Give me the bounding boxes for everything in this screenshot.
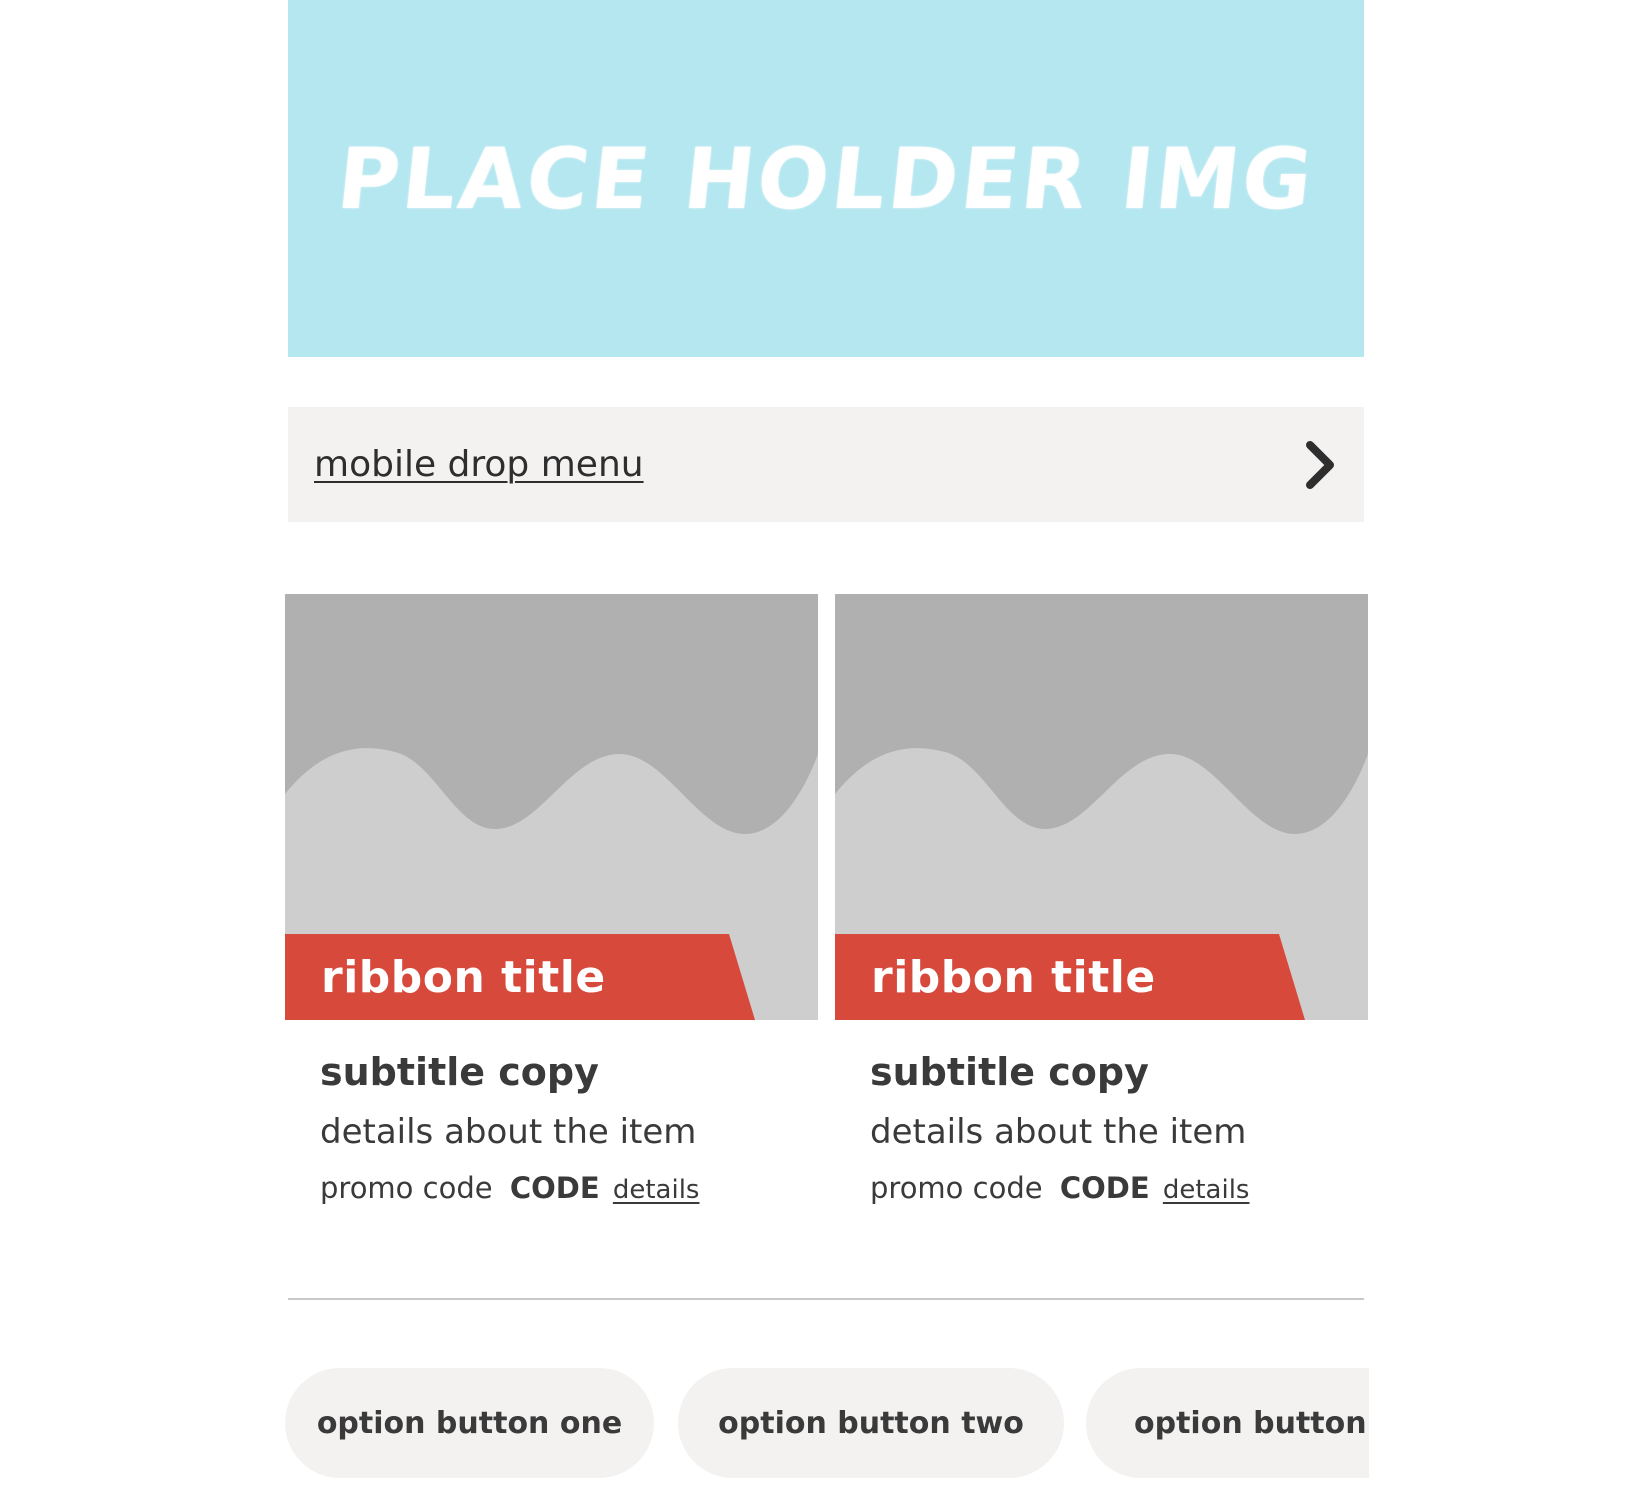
promo-code: CODE: [1059, 1171, 1150, 1205]
card-subtitle: subtitle copy: [320, 1050, 599, 1094]
option-button-three[interactable]: option button three: [1086, 1368, 1369, 1478]
promo-label: promo code: [870, 1171, 1043, 1205]
chevron-right-icon[interactable]: [1304, 440, 1338, 489]
card-promo-line: promo code CODE details: [870, 1163, 1360, 1215]
promo-label: promo code: [320, 1171, 493, 1205]
card-promo-line: promo code CODE details: [320, 1163, 810, 1215]
option-buttons-scroller[interactable]: option button one option button two opti…: [285, 1368, 1369, 1480]
card-details: details about the item: [320, 1112, 697, 1152]
card-image-placeholder: ribbon title: [285, 594, 818, 1020]
mobile-drop-menu-label[interactable]: mobile drop menu: [314, 444, 644, 485]
promo-details-link[interactable]: details: [1163, 1175, 1250, 1205]
ribbon-title: ribbon title: [321, 951, 606, 1003]
option-button-two[interactable]: option button two: [678, 1368, 1064, 1478]
card-body: subtitle copy details about the item pro…: [870, 1047, 1360, 1215]
hero-placeholder-text: PLACE HOLDER IMG: [332, 129, 1320, 228]
promo-card: ribbon title subtitle copy details about…: [835, 594, 1368, 1205]
card-body: subtitle copy details about the item pro…: [320, 1047, 810, 1215]
card-image-placeholder: ribbon title: [835, 594, 1368, 1020]
ribbon-banner: ribbon title: [285, 934, 755, 1020]
promo-details-link[interactable]: details: [613, 1175, 700, 1205]
ribbon-banner: ribbon title: [835, 934, 1305, 1020]
hero-placeholder-image: PLACE HOLDER IMG: [288, 0, 1364, 357]
section-divider: [288, 1298, 1364, 1300]
card-subtitle: subtitle copy: [870, 1050, 1149, 1094]
option-button-one[interactable]: option button one: [285, 1368, 654, 1478]
promo-card: ribbon title subtitle copy details about…: [285, 594, 818, 1205]
card-details: details about the item: [870, 1112, 1247, 1152]
promo-code: CODE: [509, 1171, 600, 1205]
ribbon-title: ribbon title: [871, 951, 1156, 1003]
mobile-drop-menu[interactable]: mobile drop menu: [288, 407, 1364, 522]
